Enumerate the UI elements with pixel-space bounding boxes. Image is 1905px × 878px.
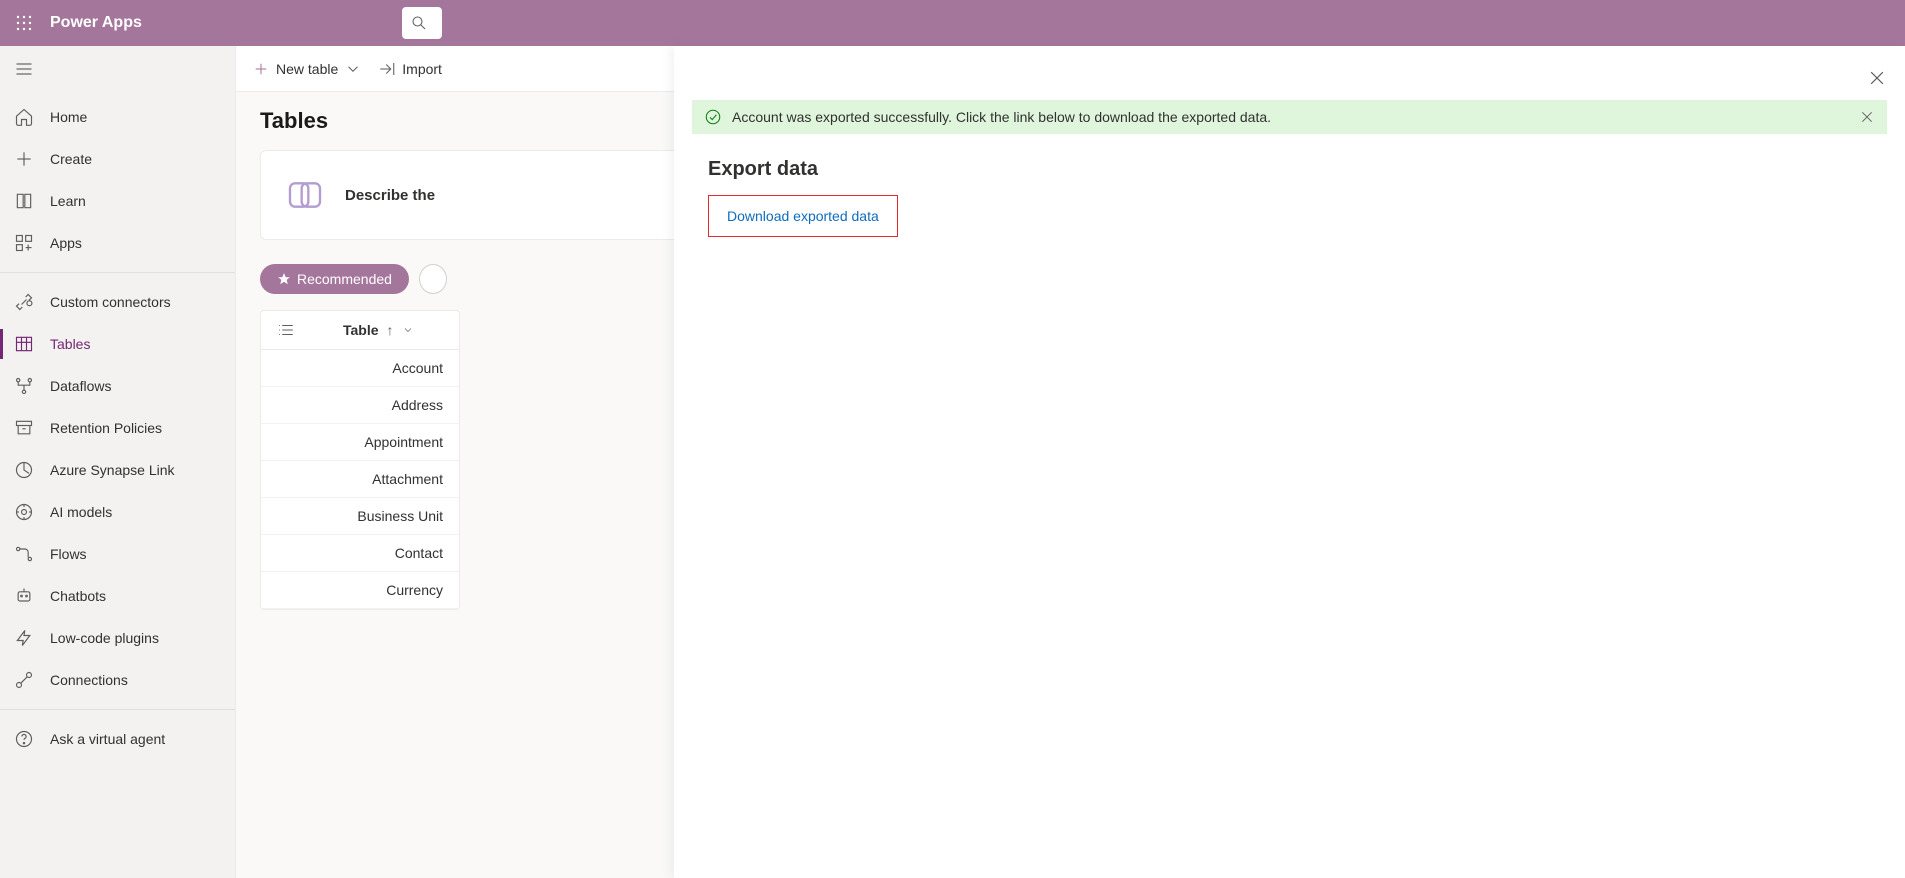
table-row[interactable]: Address [261, 387, 459, 424]
table-row[interactable]: Business Unit [261, 498, 459, 535]
help-icon [14, 729, 34, 749]
new-table-button[interactable]: New table [252, 60, 362, 78]
check-circle-icon [704, 108, 722, 126]
sidebar-item-create[interactable]: Create [0, 138, 235, 180]
star-icon [277, 272, 291, 286]
sidebar: Home Create Learn Apps [0, 46, 236, 878]
sidebar-item-label: Home [50, 109, 87, 125]
sidebar-item-flows[interactable]: Flows [0, 533, 235, 575]
sidebar-item-label: Ask a virtual agent [50, 731, 165, 747]
app-title: Power Apps [50, 14, 142, 32]
import-label: Import [402, 61, 442, 77]
sidebar-item-label: Apps [50, 235, 82, 251]
sidebar-item-connections[interactable]: Connections [0, 659, 235, 701]
close-icon[interactable] [1867, 68, 1887, 88]
chevron-down-icon [402, 324, 414, 336]
hamburger-icon[interactable] [14, 59, 34, 79]
sidebar-item-learn[interactable]: Learn [0, 180, 235, 222]
sort-asc-icon: ↑ [387, 322, 394, 338]
sidebar-item-home[interactable]: Home [0, 96, 235, 138]
notice-text: Account was exported successfully. Click… [732, 109, 1271, 125]
table-icon [14, 334, 34, 354]
sidebar-item-label: Chatbots [50, 588, 106, 604]
table-row[interactable]: Account [261, 350, 459, 387]
bot-icon [14, 586, 34, 606]
sidebar-item-ask-agent[interactable]: Ask a virtual agent [0, 718, 235, 760]
sidebar-item-custom-connectors[interactable]: Custom connectors [0, 281, 235, 323]
filter-more[interactable] [419, 264, 447, 294]
ai-icon [14, 502, 34, 522]
download-exported-data-link[interactable]: Download exported data [727, 208, 879, 224]
list-icon [277, 321, 295, 339]
sidebar-item-label: Azure Synapse Link [50, 462, 175, 478]
table-row[interactable]: Contact [261, 535, 459, 572]
apps-icon [14, 233, 34, 253]
filter-recommended[interactable]: Recommended [260, 264, 409, 294]
sidebar-item-label: Connections [50, 672, 128, 688]
search-icon [410, 14, 428, 32]
waffle-launcher[interactable] [8, 7, 40, 39]
export-heading: Export data [708, 158, 1871, 181]
sidebar-item-retention[interactable]: Retention Policies [0, 407, 235, 449]
success-notice: Account was exported successfully. Click… [692, 100, 1887, 134]
sidebar-item-label: Low-code plugins [50, 630, 159, 646]
flow-icon [14, 544, 34, 564]
export-panel: Account was exported successfully. Click… [674, 46, 1905, 878]
table-row[interactable]: Attachment [261, 461, 459, 498]
sidebar-item-synapse[interactable]: Azure Synapse Link [0, 449, 235, 491]
home-icon [14, 107, 34, 127]
sidebar-item-apps[interactable]: Apps [0, 222, 235, 264]
sidebar-item-aimodels[interactable]: AI models [0, 491, 235, 533]
connector-icon [14, 292, 34, 312]
book-icon [14, 191, 34, 211]
import-button[interactable]: Import [378, 60, 442, 78]
connection-icon [14, 670, 34, 690]
table-row[interactable]: Appointment [261, 424, 459, 461]
copilot-icon [285, 175, 325, 215]
import-icon [378, 60, 396, 78]
tables-grid: Table ↑ Account Address Appointment Atta… [260, 310, 460, 610]
sidebar-item-dataflows[interactable]: Dataflows [0, 365, 235, 407]
sidebar-item-chatbots[interactable]: Chatbots [0, 575, 235, 617]
sidebar-item-label: Learn [50, 193, 86, 209]
plus-icon [14, 149, 34, 169]
chart-icon [14, 460, 34, 480]
dismiss-notice-icon[interactable] [1859, 109, 1875, 125]
sidebar-item-label: Flows [50, 546, 87, 562]
sidebar-item-label: AI models [50, 504, 112, 520]
plus-icon [252, 60, 270, 78]
table-row[interactable]: Currency [261, 572, 459, 609]
archive-icon [14, 418, 34, 438]
sidebar-item-label: Tables [50, 336, 90, 352]
search-input[interactable] [402, 7, 442, 39]
filter-label: Recommended [297, 271, 392, 287]
sidebar-item-lowcode[interactable]: Low-code plugins [0, 617, 235, 659]
plugin-icon [14, 628, 34, 648]
describe-text: Describe the [345, 187, 435, 204]
sidebar-item-tables[interactable]: Tables [0, 323, 235, 365]
dataflows-icon [14, 376, 34, 396]
sidebar-item-label: Dataflows [50, 378, 111, 394]
column-header-table[interactable]: Table ↑ [261, 311, 459, 350]
sidebar-item-label: Create [50, 151, 92, 167]
new-table-label: New table [276, 61, 338, 77]
sidebar-item-label: Custom connectors [50, 294, 171, 310]
sidebar-item-label: Retention Policies [50, 420, 162, 436]
download-highlight: Download exported data [708, 195, 898, 237]
chevron-down-icon [344, 60, 362, 78]
column-label: Table [343, 322, 379, 338]
